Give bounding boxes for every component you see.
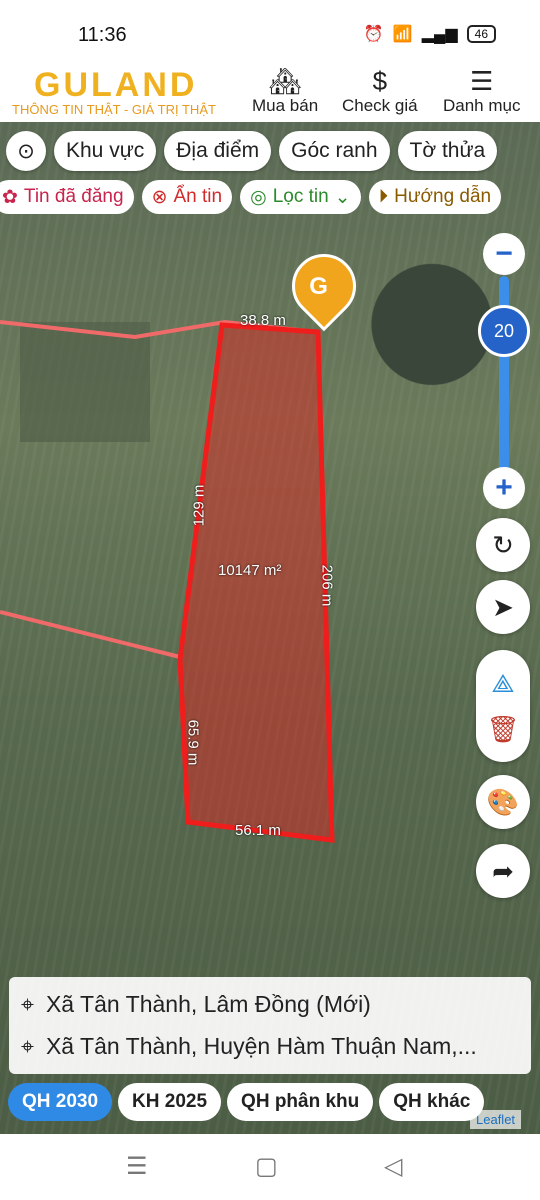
address-panel: ⌖ Xã Tân Thành, Lâm Đồng (Mới) ⌖ Xã Tân … [9,977,531,1074]
planning-tabs: QH 2030 KH 2025 QH phân khu QH khác [8,1083,485,1121]
tab-kh-2025[interactable]: KH 2025 [118,1083,222,1121]
share-button[interactable]: ➦ [476,844,530,898]
system-nav-bar: ☰ ▢ ◁ [0,1134,540,1200]
refresh-icon: ↻ [492,529,514,560]
address-line-old[interactable]: ⌖ Xã Tân Thành, Huyện Hàm Thuận Nam,... [21,1033,477,1060]
posted-icon: ✿ [2,186,18,208]
check-price-button[interactable]: $ Check giá [342,66,418,116]
chip-goc-ranh[interactable]: Góc ranh [279,131,390,171]
area-label: 10147 m² [218,562,282,579]
brand-logo[interactable]: GULAND [34,66,197,105]
address-text-new: Xã Tân Thành, Lâm Đồng (Mới) [45,991,371,1017]
guide-button[interactable]: ⏵ Hướng dẫn [368,180,502,214]
minus-icon: − [495,237,513,270]
clock: 11:36 [78,24,127,46]
buy-sell-label: Mua bán [252,96,319,115]
menu-label: Danh mục [443,96,521,115]
palette-icon: 🎨 [486,786,520,817]
status-bar: 11:36 ⏰ 📶 ▂▄▆ 46 [0,0,540,66]
back-icon[interactable]: ◁ [384,1152,402,1181]
navigate-button[interactable]: ➤ [476,580,530,634]
address-text-old: Xã Tân Thành, Huyện Hàm Thuận Nam,... [45,1033,477,1059]
location-marker-icon: ⌖ [21,991,34,1017]
pin-icon: ◎ [250,186,267,208]
check-price-label: Check giá [342,96,418,115]
measure-icon[interactable]: ⟁ [491,668,514,700]
home-icon[interactable]: ▢ [255,1152,278,1181]
building-icon: 🏘 [268,66,302,96]
edge-label-bottom: 56.1 m [235,822,281,839]
chevron-down-icon: ⌄ [334,186,351,208]
status-icons: ⏰ 📶 ▂▄▆ 46 [364,24,496,44]
signal-icon: ▂▄▆ [421,26,458,43]
tab-qh-khac[interactable]: QH khác [379,1083,485,1121]
filter-listings-button[interactable]: ◎ Lọc tin ⌄ [240,180,361,214]
my-location-button[interactable]: ⊙ [6,131,46,171]
posted-label: Tin đã đăng [23,186,124,207]
address-line-new[interactable]: ⌖ Xã Tân Thành, Lâm Đồng (Mới) [21,991,371,1018]
play-icon: ⏵ [378,186,389,207]
crosshair-icon: ⊙ [17,139,35,163]
recent-apps-icon[interactable]: ☰ [126,1152,148,1181]
edge-label-right: 206 m [318,564,336,607]
buy-sell-button[interactable]: 🏘 Mua bán [252,66,318,116]
hide-listings-button[interactable]: ⊗ Ẩn tin [141,180,233,214]
filter-chips: ✿ Tin đã đăng ⊗ Ẩn tin ◎ Lọc tin ⌄ ⏵ Hướng d… [0,180,502,214]
zoom-level-knob[interactable]: 20 [478,305,530,357]
edge-label-top: 38.8 m [240,312,286,329]
location-marker-icon: ⌖ [21,1033,34,1059]
filter-label: Lọc tin [272,186,329,207]
edge-label-left: 129 m [190,484,208,527]
hide-label: Ẩn tin [173,186,223,207]
chip-dia-diem[interactable]: Địa điểm [164,131,272,171]
zoom-out-button[interactable]: − [483,233,525,275]
chip-to-thua[interactable]: Tờ thửa [397,131,498,171]
battery-indicator: 46 [466,25,496,43]
draw-tools: ⟁ 🗑 [476,650,530,762]
brand-slogan: THÔNG TIN THẬT - GIÁ TRỊ THẬT [12,102,216,117]
guide-label: Hướng dẫn [394,186,492,207]
posted-listings-button[interactable]: ✿ Tin đã đăng [0,180,134,214]
navigation-arrow-icon: ➤ [492,591,514,622]
search-chips: ⊙ Khu vực Địa điểm Góc ranh Tờ thửa [6,131,498,171]
land-parcel [177,322,335,843]
wifi-icon: 📶 [392,26,413,43]
close-circle-icon: ⊗ [151,186,168,208]
menu-button[interactable]: ☰ Danh mục [443,66,520,116]
app-header: GULAND THÔNG TIN THẬT - GIÁ TRỊ THẬT 🏘 M… [0,62,540,122]
share-arrow-icon: ➦ [492,855,514,886]
hamburger-icon: ☰ [470,66,494,96]
refresh-button[interactable]: ↻ [476,518,530,572]
chip-khu-vuc[interactable]: Khu vực [54,131,157,171]
dollar-icon: $ [372,66,388,96]
zoom-in-button[interactable]: + [483,467,525,509]
plus-icon: + [495,471,513,504]
tab-qh-2030[interactable]: QH 2030 [8,1083,113,1121]
trash-icon[interactable]: 🗑 [486,714,519,745]
layer-style-button[interactable]: 🎨 [476,775,530,829]
tab-qh-phan-khu[interactable]: QH phân khu [227,1083,374,1121]
edge-label-lower-left: 65.9 m [184,719,202,766]
alarm-icon: ⏰ [363,26,384,43]
